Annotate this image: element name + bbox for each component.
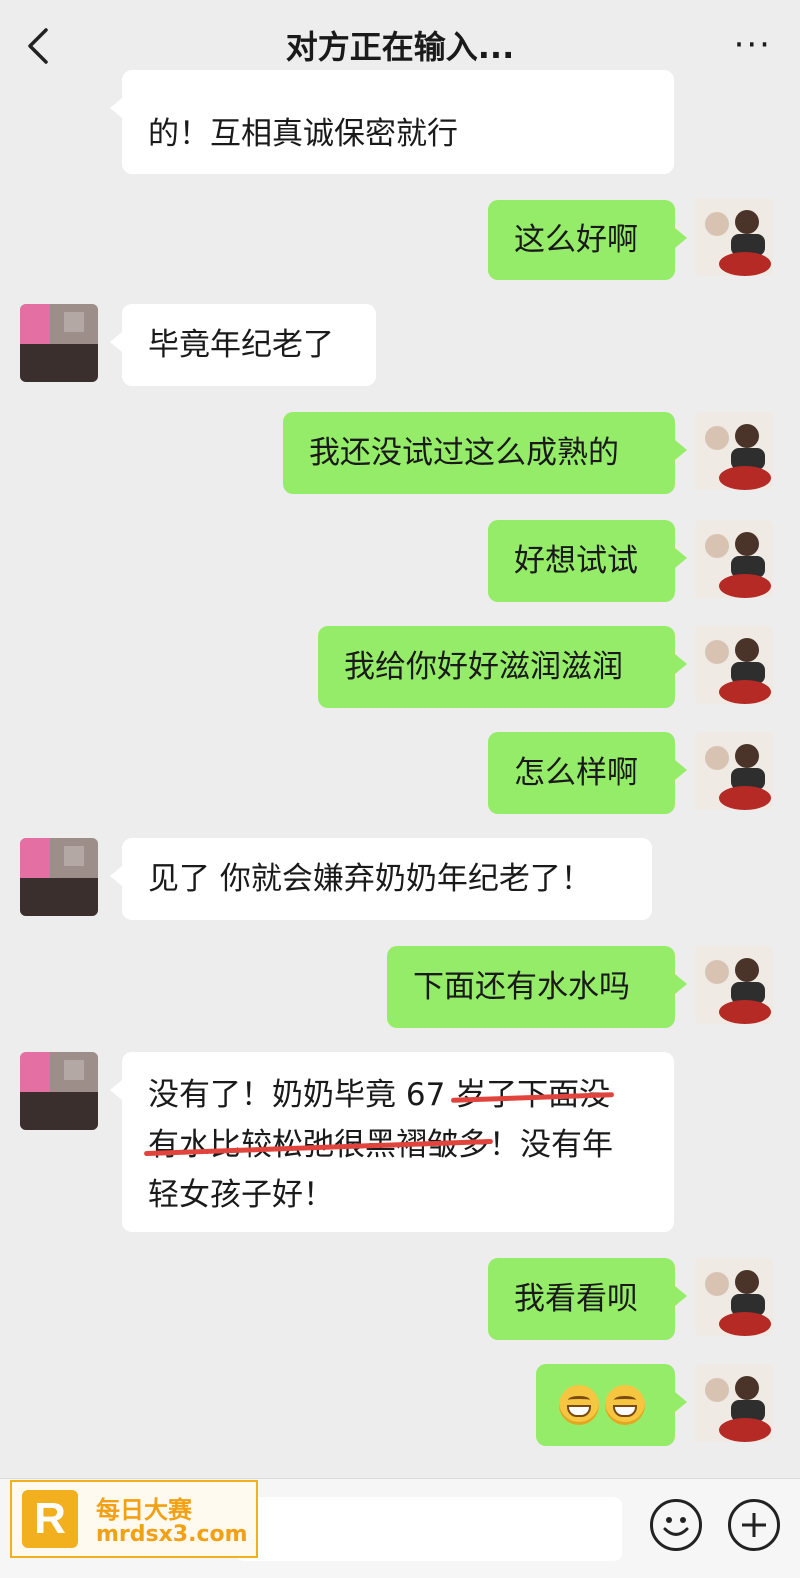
grin-emoji-icon — [605, 1385, 645, 1425]
message-text: 怎么样啊 — [514, 755, 638, 791]
avatar-photo — [695, 520, 773, 598]
my-avatar[interactable] — [695, 412, 773, 490]
emoji-button[interactable] — [650, 1499, 702, 1551]
message-text: 这么好啊 — [514, 222, 638, 258]
avatar-photo — [695, 412, 773, 490]
more-options-button[interactable]: ··· — [734, 28, 772, 62]
message-text: ！没有年 — [489, 1127, 613, 1163]
message-bubble-outgoing[interactable]: 我看看呗 — [488, 1258, 687, 1340]
avatar-photo — [695, 732, 773, 810]
contact-avatar[interactable] — [20, 838, 98, 916]
contact-avatar[interactable] — [20, 1052, 98, 1130]
avatar-photo-blurred — [20, 1052, 98, 1130]
message-text: 见了 你就会嫌弃奶奶年纪老了！ — [148, 861, 592, 897]
message-bubble-outgoing[interactable]: 好想试试 — [488, 520, 687, 602]
watermark-title: 每日大赛 — [96, 1496, 192, 1524]
message-bubble-incoming[interactable]: 毕竟年纪老了 — [110, 304, 376, 386]
avatar-photo-blurred — [20, 304, 98, 382]
message-text: 下面还有水水吗 — [413, 969, 630, 1005]
message-bubble-incoming[interactable]: 见了 你就会嫌弃奶奶年纪老了！ — [110, 838, 652, 920]
message-text: 轻女孩子好！ — [148, 1177, 334, 1213]
site-watermark: R 每日大赛 mrdsx3.com — [10, 1480, 258, 1558]
message-bubble-outgoing[interactable]: 怎么样啊 — [488, 732, 687, 814]
watermark-logo: R — [22, 1490, 78, 1548]
message-text: 我还没试过这么成熟的 — [309, 435, 619, 471]
my-avatar[interactable] — [695, 626, 773, 704]
avatar-photo — [695, 1364, 773, 1442]
message-bubble-incoming[interactable]: 的！互相真诚保密就行 — [110, 70, 674, 174]
contact-avatar[interactable] — [20, 304, 98, 382]
chat-title: 对方正在输入... — [285, 28, 515, 66]
struck-text: 有水比较松弛很黑褶皱多 — [148, 1127, 489, 1163]
message-input[interactable] — [236, 1497, 622, 1561]
avatar-photo — [695, 198, 773, 276]
my-avatar[interactable] — [695, 732, 773, 810]
message-text: 好想试试 — [514, 543, 638, 579]
message-bubble-outgoing[interactable] — [536, 1364, 687, 1446]
message-bubble-incoming[interactable]: 没有了！奶奶毕竟 67 岁了下面没 有水比较松弛很黑褶皱多！没有年 轻女孩子好！ — [110, 1052, 674, 1232]
avatar-photo — [695, 946, 773, 1024]
grin-emoji-icon — [559, 1385, 599, 1425]
message-bubble-outgoing[interactable]: 下面还有水水吗 — [387, 946, 687, 1028]
message-line: 没有了！奶奶毕竟 67 岁了下面没 — [148, 1070, 648, 1120]
my-avatar[interactable] — [695, 946, 773, 1024]
my-avatar[interactable] — [695, 1364, 773, 1442]
message-bubble-outgoing[interactable]: 我给你好好滋润滋润 — [318, 626, 687, 708]
plus-icon — [742, 1513, 766, 1537]
message-text: 我看看呗 — [514, 1281, 638, 1317]
message-line: 有水比较松弛很黑褶皱多！没有年 — [148, 1120, 648, 1170]
message-bubble-outgoing[interactable]: 这么好啊 — [488, 200, 687, 280]
avatar-photo-blurred — [20, 838, 98, 916]
message-bubble-outgoing[interactable]: 我还没试过这么成熟的 — [283, 412, 687, 494]
smiley-icon — [663, 1517, 689, 1536]
my-avatar[interactable] — [695, 520, 773, 598]
message-text: 我给你好好滋润滋润 — [344, 649, 623, 685]
watermark-url: mrdsx3.com — [96, 1522, 248, 1547]
message-text: 的！互相真诚保密就行 — [148, 116, 458, 152]
message-text: 毕竟年纪老了 — [148, 327, 334, 363]
plus-button[interactable] — [728, 1499, 780, 1551]
avatar-photo — [695, 626, 773, 704]
my-avatar[interactable] — [695, 1258, 773, 1336]
struck-text: 岁了下面没 — [455, 1077, 611, 1113]
message-line: 轻女孩子好！ — [148, 1170, 648, 1220]
message-text: 没有了！奶奶毕竟 67 — [148, 1077, 456, 1113]
avatar-photo — [695, 1258, 773, 1336]
my-avatar[interactable] — [695, 198, 773, 276]
